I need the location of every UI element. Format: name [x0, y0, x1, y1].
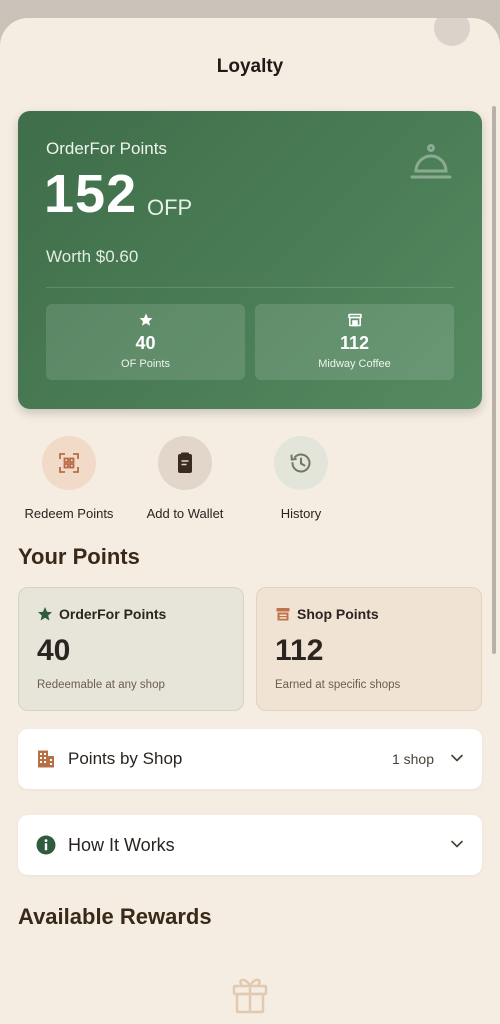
chevron-down-icon	[451, 754, 463, 762]
star-icon	[139, 313, 152, 326]
qr-scan-icon	[59, 453, 79, 473]
how-it-works-label: How It Works	[68, 835, 175, 855]
your-points-heading: Your Points	[18, 544, 140, 569]
redeem-icon-circle	[42, 436, 96, 490]
shop-points-card: Shop Points 112 Earned at specific shops	[256, 587, 482, 711]
loyalty-sheet: Loyalty OrderFor Points 152 OFP Worth $0…	[0, 18, 500, 1024]
redeem-points-label: Redeem Points	[24, 506, 114, 521]
balance-label: OrderFor Points	[46, 139, 167, 158]
card-title: Shop Points	[275, 606, 379, 622]
star-icon	[38, 607, 52, 621]
gift-icon	[232, 978, 268, 1014]
add-to-wallet-button[interactable]: Add to Wallet	[125, 436, 245, 521]
orderfor-points-card: OrderFor Points 40 Redeemable at any sho…	[18, 587, 244, 711]
points-balance-card: OrderFor Points 152 OFP Worth $0.60 40 O…	[18, 111, 482, 409]
points-by-shop-label: Points by Shop	[68, 749, 183, 768]
history-icon	[290, 453, 311, 473]
wallet-icon-circle	[158, 436, 212, 490]
scrollbar[interactable]	[492, 106, 496, 654]
card-title: OrderFor Points	[37, 606, 166, 622]
balance-worth: Worth $0.60	[46, 247, 139, 266]
card-value: 40	[37, 634, 71, 667]
available-rewards-heading: Available Rewards	[18, 904, 212, 929]
points-by-shop-row[interactable]: Points by Shop 1 shop	[18, 729, 482, 789]
store-icon	[276, 608, 290, 621]
stat-label: Midway Coffee	[318, 358, 391, 370]
close-button-bg[interactable]	[434, 18, 470, 46]
card-title-text: OrderFor Points	[59, 606, 167, 622]
how-it-works-row[interactable]: How It Works	[18, 815, 482, 875]
chevron-down-icon	[451, 840, 463, 848]
hero-divider	[46, 287, 454, 288]
stat-value: 112	[339, 333, 370, 353]
redeem-points-button[interactable]: Redeem Points	[9, 436, 129, 521]
info-icon	[36, 835, 56, 855]
building-icon	[38, 750, 54, 768]
balance-unit: OFP	[147, 195, 193, 220]
wallet-icon	[178, 452, 192, 473]
stat-value: 40	[135, 333, 156, 353]
stat-label: OF Points	[121, 358, 170, 370]
store-icon	[347, 313, 362, 327]
add-to-wallet-label: Add to Wallet	[146, 506, 224, 521]
history-icon-circle	[274, 436, 328, 490]
card-value: 112	[275, 634, 324, 667]
history-label: History	[280, 506, 322, 521]
shop-count: 1 shop	[391, 751, 434, 767]
history-button[interactable]: History	[241, 436, 361, 521]
card-subtitle: Redeemable at any shop	[37, 679, 165, 691]
card-title-text: Shop Points	[297, 606, 379, 622]
balance-value: 152	[44, 164, 138, 224]
stat-of-points: 40 OF Points	[46, 304, 245, 380]
card-subtitle: Earned at specific shops	[275, 679, 401, 691]
service-bell-icon	[410, 144, 452, 179]
page-title: Loyalty	[216, 56, 284, 77]
stat-shop-points: 112 Midway Coffee	[255, 304, 454, 380]
